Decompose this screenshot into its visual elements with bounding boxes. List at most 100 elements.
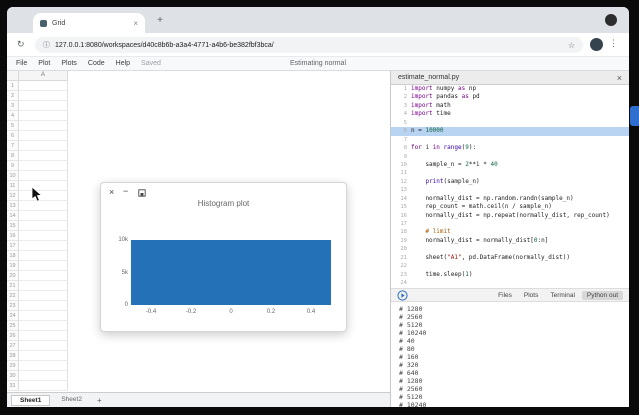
row-header[interactable]: 5 [7, 121, 19, 131]
row-header[interactable]: 1 [7, 81, 19, 91]
row-header[interactable]: 27 [7, 341, 19, 351]
grid-cell[interactable] [19, 361, 68, 371]
grid-cell[interactable] [19, 281, 68, 291]
code-line[interactable]: 14 normally_dist = np.random.randn(sampl… [391, 195, 629, 203]
code-line[interactable]: 4import time [391, 110, 629, 118]
code-line[interactable]: 22 [391, 262, 629, 270]
row-header[interactable]: 2 [7, 91, 19, 101]
grid-cell[interactable] [19, 121, 68, 131]
row-header[interactable]: 21 [7, 281, 19, 291]
grid-cell[interactable] [19, 321, 68, 331]
plot-window[interactable]: × − Histogram plot 10k5k0 -0.4-0.200.20.… [100, 182, 347, 332]
grid-cell[interactable] [19, 101, 68, 111]
grid-cell[interactable] [19, 211, 68, 221]
grid-cell[interactable] [19, 241, 68, 251]
grid-corner[interactable] [7, 71, 19, 81]
grid-cell[interactable] [19, 171, 68, 181]
row-header[interactable]: 31 [7, 381, 19, 391]
site-info-icon[interactable]: ⓘ [43, 40, 50, 50]
code-line[interactable]: 15 rep_count = math.ceil(n / sample_n) [391, 203, 629, 211]
row-header[interactable]: 8 [7, 151, 19, 161]
grid-cell[interactable] [19, 251, 68, 261]
row-header[interactable]: 24 [7, 311, 19, 321]
browser-tab[interactable]: Grid × [33, 13, 145, 33]
row-header[interactable]: 11 [7, 181, 19, 191]
grid-cell[interactable] [19, 111, 68, 121]
menu-item-code[interactable]: Code [88, 60, 105, 67]
console-tab-plots[interactable]: Plots [519, 291, 543, 300]
row-header[interactable]: 17 [7, 241, 19, 251]
grid-cell[interactable] [19, 201, 68, 211]
tab-close-icon[interactable]: × [133, 19, 138, 28]
row-header[interactable]: 7 [7, 141, 19, 151]
reload-icon[interactable]: ↻ [17, 39, 25, 50]
code-line[interactable]: 18 # limit [391, 228, 629, 236]
row-header[interactable]: 26 [7, 331, 19, 341]
code-line[interactable]: 8for i in range(9): [391, 144, 629, 152]
row-header[interactable]: 23 [7, 301, 19, 311]
spreadsheet-grid[interactable]: A 12345678910111213141516171819202122232… [7, 71, 390, 392]
row-header[interactable]: 29 [7, 361, 19, 371]
grid-cell[interactable] [19, 351, 68, 361]
console-tab-terminal[interactable]: Terminal [545, 291, 580, 300]
code-line[interactable]: 6n = 10000 [391, 127, 629, 135]
code-line[interactable]: 24 [391, 279, 629, 287]
code-line[interactable]: 23 time.sleep(1) [391, 271, 629, 279]
row-header[interactable]: 3 [7, 101, 19, 111]
row-header[interactable]: 10 [7, 171, 19, 181]
plot-close-icon[interactable]: × [109, 187, 114, 197]
grid-cell[interactable] [19, 271, 68, 281]
row-header[interactable]: 30 [7, 371, 19, 381]
avatar[interactable] [590, 38, 603, 51]
grid-cell[interactable] [19, 81, 68, 91]
row-header[interactable]: 4 [7, 111, 19, 121]
row-header[interactable]: 14 [7, 211, 19, 221]
grid-cell[interactable] [19, 311, 68, 321]
console-tab-files[interactable]: Files [493, 291, 517, 300]
run-button[interactable] [397, 290, 408, 301]
code-line[interactable]: 12 print(sample_n) [391, 178, 629, 186]
grid-cell[interactable] [19, 191, 68, 201]
url-bar[interactable]: ⓘ 127.0.0.1:8080/workspaces/d40c8b6b-a3a… [35, 37, 583, 53]
row-header[interactable]: 22 [7, 291, 19, 301]
grid-cell[interactable] [19, 291, 68, 301]
code-line[interactable]: 5 [391, 119, 629, 127]
grid-cell[interactable] [19, 91, 68, 101]
grid-cell[interactable] [19, 181, 68, 191]
code-line[interactable]: 13 [391, 186, 629, 194]
grid-cell[interactable] [19, 301, 68, 311]
row-header[interactable]: 6 [7, 131, 19, 141]
histogram-bars[interactable] [131, 240, 331, 305]
bookmark-star-icon[interactable]: ☆ [568, 41, 575, 50]
row-header[interactable]: 13 [7, 201, 19, 211]
grid-cell[interactable] [19, 151, 68, 161]
row-header[interactable]: 12 [7, 191, 19, 201]
code-line[interactable]: 17 [391, 220, 629, 228]
grid-cell[interactable] [19, 261, 68, 271]
code-line[interactable]: 19 normally_dist = normally_dist[0:n] [391, 237, 629, 245]
row-header[interactable]: 25 [7, 321, 19, 331]
save-plot-icon[interactable] [138, 189, 146, 197]
grid-cell[interactable] [19, 221, 68, 231]
code-line[interactable]: 20 [391, 245, 629, 253]
console-tab-python-out[interactable]: Python out [582, 291, 623, 300]
menu-item-plot[interactable]: Plot [38, 60, 50, 67]
browser-profile-avatar[interactable] [605, 14, 617, 26]
row-header[interactable]: 16 [7, 231, 19, 241]
row-header[interactable]: 18 [7, 251, 19, 261]
code-line[interactable]: 2import pandas as pd [391, 93, 629, 101]
sheet-tab-sheet2[interactable]: Sheet2 [53, 395, 90, 406]
grid-cell[interactable] [19, 371, 68, 381]
code-line[interactable]: 9 [391, 153, 629, 161]
code-line[interactable]: 11 [391, 169, 629, 177]
code-line[interactable]: 21 sheet("A1", pd.DataFrame(normally_dis… [391, 254, 629, 262]
code-line[interactable]: 16 normally_dist = np.repeat(normally_di… [391, 212, 629, 220]
browser-menu-icon[interactable]: ⋮ [609, 38, 618, 49]
sheet-tab-sheet1[interactable]: Sheet1 [11, 395, 50, 406]
row-header[interactable]: 15 [7, 221, 19, 231]
grid-cell[interactable] [19, 141, 68, 151]
document-title[interactable]: Estimating normal [290, 60, 346, 67]
editor-close-icon[interactable]: × [617, 73, 622, 83]
new-tab-button[interactable]: + [153, 14, 167, 28]
grid-cell[interactable] [19, 161, 68, 171]
